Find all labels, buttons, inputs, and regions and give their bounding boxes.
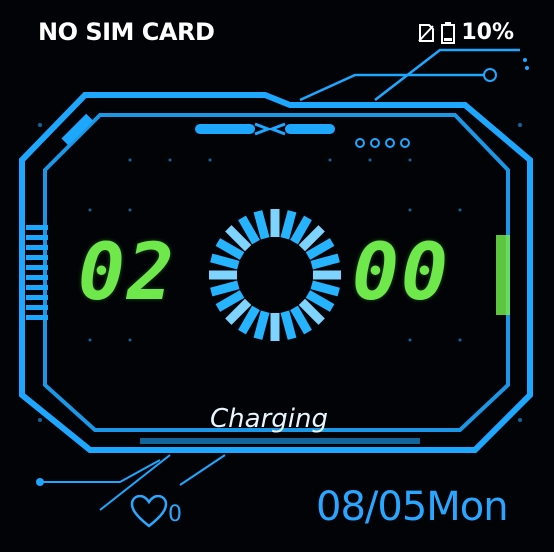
heart-icon (130, 495, 168, 528)
clock-minutes: 00 (352, 228, 450, 318)
heart-count: 0 (168, 502, 182, 527)
date-label: 08/05Mon (316, 484, 509, 530)
charging-ring-segment (253, 210, 270, 240)
charging-ring-segment (210, 253, 240, 270)
charging-ring-segment (253, 310, 270, 340)
clock-hours: 02 (78, 228, 176, 318)
charging-ring-segment (310, 280, 340, 297)
charging-ring-segment (280, 310, 297, 340)
charging-ring-segment (310, 253, 340, 270)
charging-ring-segment (280, 210, 297, 240)
charging-label: Charging (210, 404, 328, 434)
watch-screen: NO SIM CARD 10% 02 00 Charging 0 08/05Mo… (0, 0, 554, 552)
charging-ring-segment (210, 280, 240, 297)
